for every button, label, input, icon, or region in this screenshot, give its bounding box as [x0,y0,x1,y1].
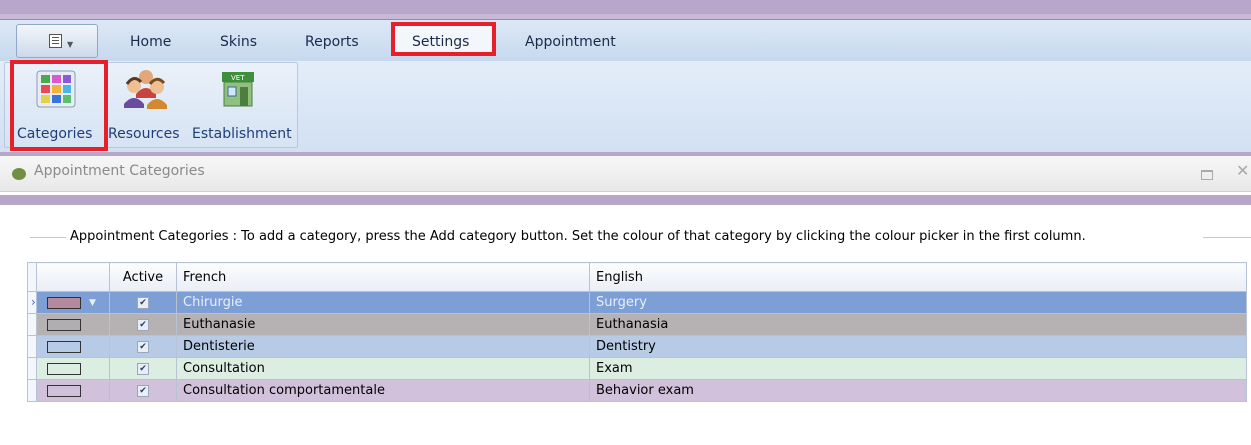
color-picker-cell[interactable] [36,357,110,380]
active-checkbox[interactable]: ✔ [137,362,149,375]
english-column-header[interactable]: English [589,262,1247,292]
tab-skins[interactable]: Skins [220,32,257,52]
english-cell[interactable]: Behavior exam [589,379,1247,402]
table-row[interactable]: ✔ Consultation Exam [27,357,1247,380]
active-cell[interactable]: ✔ [109,357,177,380]
categories-grid: Active French English › ▼ ✔ Chirurgie Su… [27,262,1247,402]
english-cell[interactable]: Euthanasia [589,313,1247,336]
panel-title: Appointment Categories [34,163,205,179]
french-cell[interactable]: Consultation comportamentale [176,379,590,402]
application-menu-button[interactable]: ▼ [16,24,98,58]
color-picker-cell[interactable] [36,313,110,336]
table-row[interactable]: ✔ Dentisterie Dentistry [27,335,1247,358]
title-strip-accent [0,14,1251,19]
table-row[interactable]: › ▼ ✔ Chirurgie Surgery [27,291,1247,314]
active-cell[interactable]: ✔ [109,313,177,336]
french-cell[interactable]: Euthanasie [176,313,590,336]
group-caption: Appointment Categories : To add a catego… [70,229,1086,244]
english-cell[interactable]: Surgery [589,291,1247,314]
color-swatch[interactable] [47,318,81,331]
active-checkbox[interactable]: ✔ [137,296,149,309]
active-cell[interactable]: ✔ [109,335,177,358]
active-column-header[interactable]: Active [109,262,177,292]
french-cell[interactable]: Chirurgie [176,291,590,314]
color-swatch[interactable] [47,296,81,309]
row-indicator [27,335,37,358]
color-picker-cell[interactable] [36,379,110,402]
establishment-icon: VET [222,72,254,107]
divider [0,195,1251,205]
close-icon[interactable]: ✕ [1236,161,1249,180]
table-row[interactable]: ✔ Consultation comportamentale Behavior … [27,379,1247,402]
french-column-header[interactable]: French [176,262,590,292]
tab-reports[interactable]: Reports [305,32,359,52]
french-cell[interactable]: Consultation [176,357,590,380]
document-icon [49,34,62,48]
tab-settings[interactable]: Settings [412,32,469,52]
group-frame-line [30,237,66,238]
svg-text:VET: VET [231,74,245,82]
categories-highlight [10,60,108,151]
chevron-down-icon[interactable]: ▼ [89,298,96,308]
tab-home[interactable]: Home [130,32,171,52]
color-swatch[interactable] [47,384,81,397]
active-checkbox[interactable]: ✔ [137,384,149,397]
resources-button[interactable]: Resources [108,64,184,148]
chevron-right-icon: › [31,295,36,309]
maximize-icon[interactable] [1201,170,1213,180]
table-row[interactable]: ✔ Euthanasie Euthanasia [27,313,1247,336]
group-frame-line [1203,237,1251,238]
row-indicator: › [27,291,37,314]
row-indicator [27,357,37,380]
french-cell[interactable]: Dentisterie [176,335,590,358]
establishment-label: Establishment [192,126,292,142]
row-indicator-header [27,262,37,292]
active-checkbox[interactable]: ✔ [137,318,149,331]
row-indicator [27,313,37,336]
english-cell[interactable]: Dentistry [589,335,1247,358]
tab-appointment[interactable]: Appointment [525,32,616,52]
color-swatch[interactable] [47,362,81,375]
active-cell[interactable]: ✔ [109,291,177,314]
english-cell[interactable]: Exam [589,357,1247,380]
panel-leaf-icon [12,168,26,180]
active-checkbox[interactable]: ✔ [137,340,149,353]
chevron-down-icon: ▼ [67,40,74,49]
resources-icon [124,70,167,109]
establishment-button[interactable]: VET Establishment [192,64,296,148]
color-swatch[interactable] [47,340,81,353]
resources-label: Resources [108,126,180,142]
grid-header-row: Active French English [27,262,1247,292]
color-picker-cell[interactable] [36,335,110,358]
color-column-header[interactable] [36,262,110,292]
color-picker-cell[interactable]: ▼ [36,291,110,314]
ribbon-tab-bar [0,20,1251,62]
active-cell[interactable]: ✔ [109,379,177,402]
row-indicator [27,379,37,402]
